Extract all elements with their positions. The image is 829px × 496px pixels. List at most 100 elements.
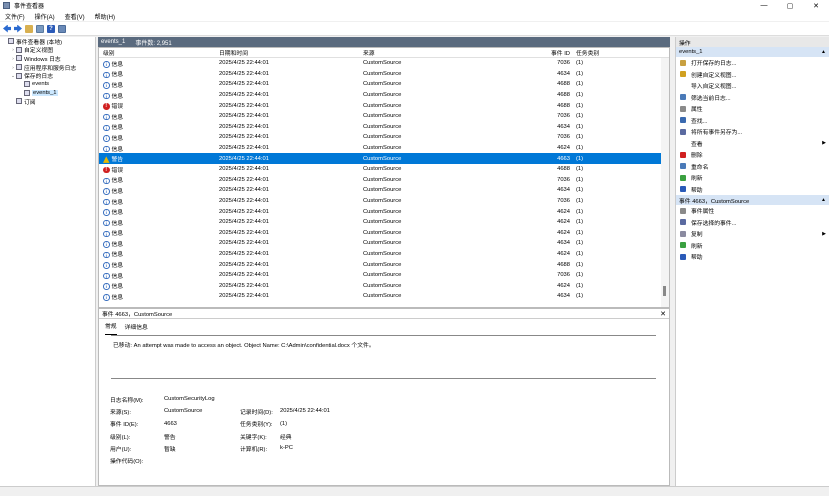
event-row[interactable]: i 信息 2025/4/25 22:44:01 CustomSource 4634 (1) [99,69,669,80]
log-name: events_1 [101,39,126,45]
tree-item[interactable]: events_1 [0,89,95,98]
event-date: 2025/4/25 22:44:01 [219,92,269,99]
collapse-up-icon[interactable]: ▲ [821,197,826,203]
tree-item[interactable]: ⌄ 保存的日志 [0,71,95,80]
event-id: 4634 [557,187,570,194]
event-task-category: (1) [576,166,584,173]
event-row[interactable]: ! 错误 2025/4/25 22:44:01 CustomSource 4688 (1) [99,164,669,175]
event-row[interactable]: ! 错误 2025/4/25 22:44:01 CustomSource 4688 (1) [99,100,669,111]
tree-item[interactable]: events [0,80,95,89]
tab-details[interactable]: 详细信息 [125,322,148,335]
action-item[interactable]: 查看 ▶ [676,138,829,150]
event-row[interactable]: i 信息 2025/4/25 22:44:01 CustomSource 4624 (1) [99,143,669,154]
forward-arrow-icon[interactable] [14,24,22,33]
action-item[interactable]: 刷新 [676,172,829,184]
action-item[interactable]: 复制 ▶ [676,228,829,240]
event-level-cell: i 信息 [99,133,219,142]
tree-item-label: events_1 [32,89,58,96]
action-item[interactable]: 删除 [676,149,829,161]
collapse-up-icon[interactable]: ▲ [821,49,826,55]
action-item[interactable]: 查找... [676,115,829,127]
action-item[interactable]: 帮助 [676,184,829,196]
event-list-scrollbar[interactable] [661,58,669,307]
action-label: 属性 [691,107,703,114]
event-row[interactable]: i 信息 2025/4/25 22:44:01 CustomSource 7036 (1) [99,175,669,186]
tree-item[interactable]: 订阅 [0,97,95,106]
action-item[interactable]: 刷新 [676,240,829,252]
window-controls: — ▢ ✕ [751,0,829,11]
event-row[interactable]: i 信息 2025/4/25 22:44:01 CustomSource 4634 (1) [99,122,669,133]
scroll-thumb[interactable] [663,286,666,296]
event-level: 信息 [111,210,124,217]
action-item[interactable]: 重命名 [676,161,829,173]
minimize-button[interactable]: — [751,0,777,11]
menu-action[interactable]: 操作(A) [30,12,60,21]
action-item[interactable]: 打开保存的日志... [676,57,829,69]
maximize-button[interactable]: ▢ [777,0,803,11]
event-level: 警告 [111,157,124,164]
column-level[interactable]: 级别 [99,48,219,57]
menu-file[interactable]: 文件(F) [0,12,30,21]
event-row[interactable]: i 信息 2025/4/25 22:44:01 CustomSource 4688 (1) [99,90,669,101]
event-source: CustomSource [363,261,402,268]
column-task-category[interactable]: 任务类别 [572,48,632,57]
close-window-button[interactable]: ✕ [803,0,829,11]
console-tree-icon[interactable] [36,24,44,33]
action-label: 复制 [691,232,703,239]
action-item[interactable]: 将所有事件另存为... [676,126,829,138]
event-row[interactable]: i 信息 2025/4/25 22:44:01 CustomSource 7036 (1) [99,196,669,207]
action-item[interactable]: 创建自定义视图... [676,69,829,81]
tree-item[interactable]: › 自定义视图 [0,46,95,54]
action-label: 帮助 [691,255,703,262]
event-task-category: (1) [576,229,584,236]
close-detail-icon[interactable]: ✕ [660,310,666,318]
help-icon[interactable]: ? [47,24,55,33]
event-row[interactable]: i 信息 2025/4/25 22:44:01 CustomSource 4624 (1) [99,228,669,239]
event-date: 2025/4/25 22:44:01 [219,229,269,236]
action-item[interactable]: 导入自定义视图... [676,80,829,92]
event-row[interactable]: i 信息 2025/4/25 22:44:01 CustomSource 4634 (1) [99,238,669,249]
tree-item[interactable]: › Windows 日志 [0,54,95,63]
action-item[interactable]: 保存选择的事件... [676,217,829,229]
event-row[interactable]: i 信息 2025/4/25 22:44:01 CustomSource 7036 (1) [99,111,669,122]
event-source: CustomSource [363,70,402,77]
event-level: 信息 [111,82,124,89]
back-arrow-icon[interactable] [3,24,11,33]
event-row[interactable]: i 信息 2025/4/25 22:44:01 CustomSource 4624 (1) [99,249,669,260]
event-row[interactable]: i 信息 2025/4/25 22:44:01 CustomSource 4624 (1) [99,206,669,217]
open-folder-icon[interactable] [25,24,33,33]
action-item[interactable]: 帮助 [676,251,829,263]
event-date: 2025/4/25 22:44:01 [219,198,269,205]
event-row[interactable]: i 信息 2025/4/25 22:44:01 CustomSource 7036 (1) [99,58,669,69]
tab-general[interactable]: 常规 [105,321,117,335]
event-id: 4688 [557,102,570,109]
action-item[interactable]: 属性 [676,103,829,115]
event-row[interactable]: i 信息 2025/4/25 22:44:01 CustomSource 4634 (1) [99,185,669,196]
event-row[interactable]: i 信息 2025/4/25 22:44:01 CustomSource 4688 (1) [99,79,669,90]
menu-help[interactable]: 帮助(H) [90,12,120,21]
event-row[interactable]: 警告 2025/4/25 22:44:01 CustomSource 4663 (1) [99,153,669,164]
event-row[interactable]: i 信息 2025/4/25 22:44:01 CustomSource 7036 (1) [99,270,669,281]
actions-group-log[interactable]: events_1 ▲ [676,47,829,57]
actions-group-event[interactable]: 事件 4663，CustomSource ▲ [676,195,829,205]
event-row[interactable]: i 信息 2025/4/25 22:44:01 CustomSource 4624 (1) [99,280,669,291]
action-label: 事件属性 [691,209,715,216]
tree-item[interactable]: › 应用程序和服务日志 [0,63,95,72]
event-row[interactable]: i 信息 2025/4/25 22:44:01 CustomSource 7036 (1) [99,132,669,143]
event-level: 信息 [111,188,124,195]
action-item[interactable]: 事件属性 [676,205,829,217]
event-row[interactable]: i 信息 2025/4/25 22:44:01 CustomSource 4624 (1) [99,217,669,228]
info-icon: i [103,61,110,68]
column-source[interactable]: 来源 [363,48,536,57]
event-task-category: (1) [576,208,584,215]
action-pane-icon[interactable] [58,24,66,33]
column-date[interactable]: 日期和时间 [219,48,363,57]
event-level-cell: i 信息 [99,228,219,237]
action-item[interactable]: 筛选当前日志... [676,92,829,104]
menu-view[interactable]: 查看(V) [60,12,90,21]
event-row[interactable]: i 信息 2025/4/25 22:44:01 CustomSource 4634 (1) [99,291,669,302]
tree-item[interactable]: 事件查看器 (本地) [0,37,95,46]
event-row[interactable]: i 信息 2025/4/25 22:44:01 CustomSource 4688 (1) [99,259,669,270]
column-event-id[interactable]: 事件 ID [536,48,572,57]
event-list[interactable]: 级别 日期和时间 来源 事件 ID 任务类别 i 信息 2025/4/25 22:4… [98,47,670,308]
